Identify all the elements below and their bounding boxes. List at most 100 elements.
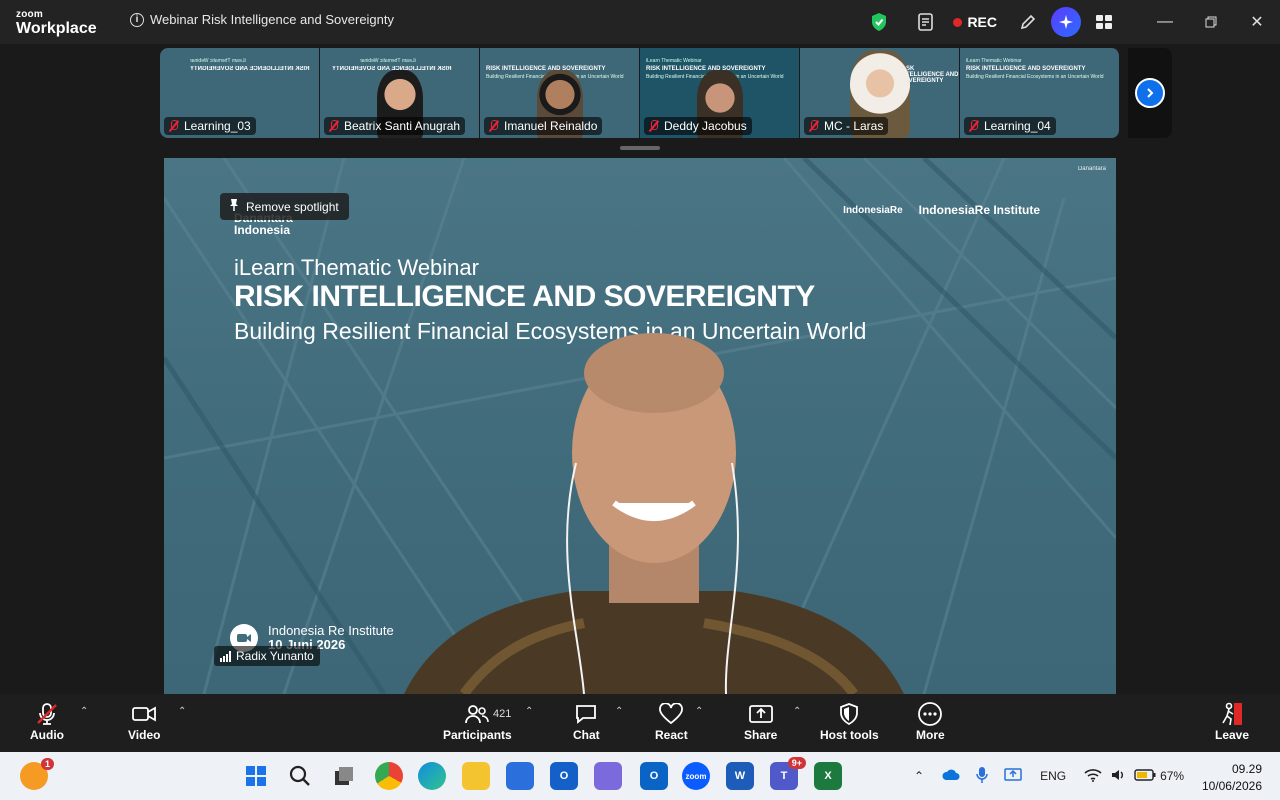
screen-share-tray-icon[interactable] [1004,767,1022,786]
microsoft-store-icon[interactable] [506,762,534,790]
thumb-slide-tagline: Building Resilient Financial Ecosystems … [966,74,1104,80]
volume-icon[interactable] [1110,768,1126,785]
annotate-pen-icon[interactable] [1012,6,1044,38]
thumb-slide-line: iLearn Thematic Webinar [190,58,246,64]
chat-button[interactable]: Chat [573,700,600,742]
microphone-icon[interactable] [976,766,988,787]
remove-spotlight-label: Remove spotlight [246,199,339,214]
thumb-slide-title: RISK INTELLIGENCE AND SOVEREIGNTY [486,66,606,72]
outlook-icon[interactable]: O [640,762,668,790]
apps-grid-icon[interactable] [1088,6,1120,38]
chevron-right-icon [1135,78,1165,108]
word-icon[interactable]: W [726,762,754,790]
participant-strip: iLearn Thematic Webinar RISK INTELLIGENC… [160,48,1120,138]
thumb-slide-line: iLearn Thematic Webinar [360,58,416,64]
muted-mic-icon [488,120,500,132]
participant-tile[interactable]: iLearn Thematic Webinar RISK INTELLIGENC… [960,48,1120,138]
system-tray: ⌃ ENG 67% [914,752,1184,800]
meeting-toolbar: Audio ⌃ Video ⌃ Participants 421 ⌃ Chat … [0,694,1280,752]
participant-tile[interactable]: RISK INTELLIGENCE AND SOVEREIGNTY Buildi… [480,48,640,138]
teams-badge: 9+ [787,757,806,769]
chrome-icon[interactable] [375,762,403,790]
more-button[interactable]: More [916,700,945,742]
thumb-slide-title: RISK INTELLIGENCE AND SOVEREIGNTY [646,66,766,72]
participants-button[interactable]: Participants [443,700,512,742]
share-screen-icon [748,700,774,728]
share-options-caret[interactable]: ⌃ [793,706,801,717]
participant-name-tag: Deddy Jacobus [644,117,752,135]
audio-options-caret[interactable]: ⌃ [80,706,88,717]
outlook-new-icon[interactable]: O [550,762,578,790]
participant-name-tag: Imanuel Reinaldo [484,117,603,135]
participant-name-tag: MC - Laras [804,117,889,135]
rec-label: REC [967,14,997,30]
search-icon[interactable] [286,762,314,790]
show-hidden-icons-chevron-icon[interactable]: ⌃ [914,769,924,783]
meeting-info[interactable]: i Webinar Risk Intelligence and Sovereig… [130,12,394,27]
muted-mic-icon [808,120,820,132]
host-tools-label: Host tools [820,728,879,742]
thumb-slide-title: RISK INTELLIGENCE AND SOVEREIGNTY [966,66,1086,72]
participant-name: Learning_04 [984,119,1051,133]
zoom-workplace-logo: zoom Workplace [16,10,97,37]
input-language[interactable]: ENG [1040,769,1066,783]
system-clock[interactable]: 09.29 10/06/2026 [1202,761,1262,795]
audio-button[interactable]: Audio [30,700,64,742]
notes-icon[interactable] [910,6,942,38]
share-button[interactable]: Share [744,700,777,742]
participant-name-tag: Learning_04 [964,117,1056,135]
leave-label: Leave [1215,728,1250,742]
edge-icon[interactable] [418,762,446,790]
wifi-icon[interactable] [1084,768,1102,785]
battery-icon[interactable] [1134,768,1156,784]
participant-tile[interactable]: iLearn Thematic Webinar RISK INTELLIGENC… [160,48,320,138]
muted-mic-icon [328,120,340,132]
leave-button[interactable]: Leave [1215,700,1249,742]
pin-icon [228,198,240,215]
speaker-name-tag: Radix Yunanto [214,646,320,666]
minimize-button[interactable]: — [1142,0,1188,44]
participant-tile[interactable]: iLearn Thematic Webinar RISK INTELLIGENC… [320,48,480,138]
muted-mic-icon [648,120,660,132]
participant-tile[interactable]: iLearn Thematic Webinar RISK INTELLIGENC… [640,48,800,138]
title-bar-controls: REC — ✕ [860,0,1280,44]
zoom-taskbar-icon[interactable]: zoom [682,762,710,790]
task-view-icon[interactable] [330,762,358,790]
participant-tile[interactable]: RISK INTELLIGENCE AND SOVEREIGNTY MC - L… [800,48,960,138]
security-shield-icon[interactable] [863,6,895,38]
thumb-slide-title: RISK INTELLIGENCE AND SOVEREIGNTY [190,66,310,72]
muted-mic-icon [168,120,180,132]
react-button[interactable]: React [655,700,688,742]
notification-app-icon[interactable]: 1 [20,758,54,790]
partner-logos: IndonesiaRe IndonesiaRe Institute [843,203,1040,217]
speaker-video [404,333,904,694]
excel-icon[interactable]: X [814,762,842,790]
video-button[interactable]: Video [128,700,160,742]
file-explorer-icon[interactable] [462,762,490,790]
strip-resize-handle[interactable] [620,146,660,150]
copilot-app-icon[interactable] [594,762,622,790]
host-tools-button[interactable]: Host tools [820,700,879,742]
react-options-caret[interactable]: ⌃ [695,706,703,717]
ai-companion-button[interactable] [1050,6,1082,38]
info-icon[interactable]: i [130,12,144,27]
muted-mic-icon [968,120,980,132]
chat-options-caret[interactable]: ⌃ [615,706,623,717]
close-window-button[interactable]: ✕ [1234,0,1280,44]
participants-options-caret[interactable]: ⌃ [525,706,533,717]
thumb-slide-line: iLearn Thematic Webinar [646,58,702,64]
logo-line-2: Workplace [16,20,97,37]
participant-name: Deddy Jacobus [664,119,747,133]
windows-start-icon[interactable] [242,762,270,790]
video-options-caret[interactable]: ⌃ [178,706,186,717]
remove-spotlight-button[interactable]: Remove spotlight [220,193,349,220]
windows-taskbar: 1 O O zoom W T 9+ X ⌃ ENG 67% 09.29 10/0… [0,752,1280,800]
participant-name-tag: Learning_03 [164,117,256,135]
recording-indicator[interactable]: REC [953,14,997,30]
slide-title: RISK INTELLIGENCE AND SOVEREIGNTY [234,280,815,313]
teams-icon[interactable]: T 9+ [770,757,806,790]
restore-button[interactable] [1188,0,1234,44]
next-page-button[interactable] [1128,48,1172,138]
onedrive-cloud-icon[interactable] [942,769,960,784]
top-right-logos: Danantara [1078,166,1106,172]
